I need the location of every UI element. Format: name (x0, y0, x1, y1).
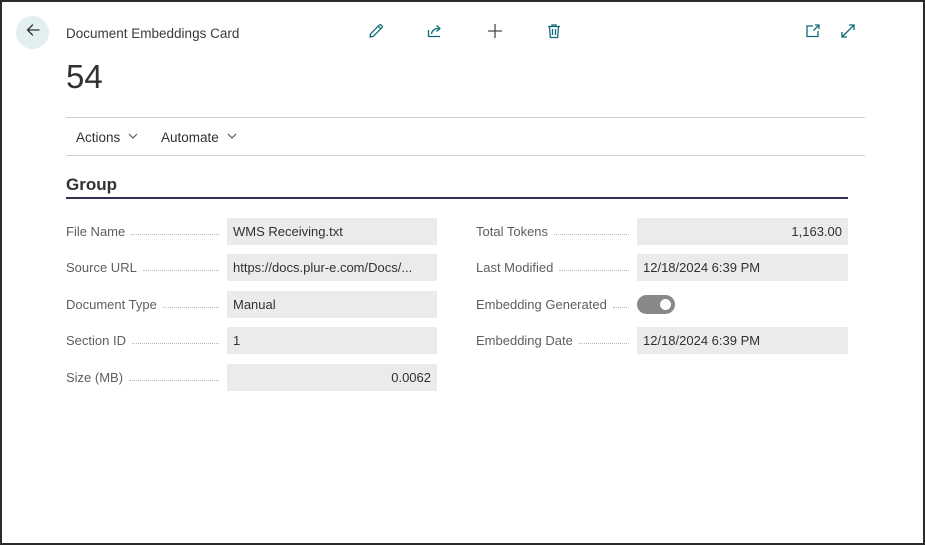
group-underline (66, 197, 848, 199)
field-label: Size (MB) (66, 370, 124, 385)
field-label: Embedding Date (476, 333, 573, 348)
dotted-leader (131, 234, 219, 235)
document-type-value[interactable]: Manual (227, 291, 437, 318)
field-label: Embedding Generated (476, 297, 607, 312)
field-file-name: File Name WMS Receiving.txt (66, 218, 437, 245)
actions-label: Actions (76, 130, 121, 145)
dotted-leader (554, 234, 629, 235)
dotted-leader (142, 270, 219, 271)
edit-button[interactable] (365, 22, 387, 44)
last-modified-value[interactable]: 12/18/2024 6:39 PM (637, 254, 848, 281)
add-icon (486, 22, 504, 45)
open-in-new-window-button[interactable] (802, 22, 824, 44)
dotted-leader (131, 343, 219, 344)
divider (66, 117, 865, 118)
embedding-generated-toggle[interactable] (637, 295, 675, 314)
embedding-date-value[interactable]: 12/18/2024 6:39 PM (637, 327, 848, 354)
expand-button[interactable] (837, 22, 859, 44)
size-mb-value[interactable]: 0.0062 (227, 364, 437, 391)
open-new-window-icon (804, 22, 822, 45)
toggle-knob (660, 299, 671, 310)
new-button[interactable] (484, 22, 506, 44)
share-icon (426, 22, 444, 45)
dotted-leader (612, 307, 629, 308)
source-url-value[interactable]: https://docs.plur-e.com/Docs/... (227, 254, 437, 281)
dotted-leader (162, 307, 219, 308)
field-label: File Name (66, 224, 126, 239)
automate-menu[interactable]: Automate (161, 130, 238, 145)
automate-label: Automate (161, 130, 219, 145)
field-embedding-generated: Embedding Generated (476, 291, 848, 318)
chevron-down-icon (127, 130, 139, 145)
file-name-value[interactable]: WMS Receiving.txt (227, 218, 437, 245)
record-title: 54 (66, 58, 103, 95)
section-id-value[interactable]: 1 (227, 327, 437, 354)
field-last-modified: Last Modified 12/18/2024 6:39 PM (476, 254, 848, 281)
field-total-tokens: Total Tokens 1,163.00 (476, 218, 848, 245)
back-button[interactable] (16, 16, 49, 49)
divider (66, 155, 865, 156)
field-label: Section ID (66, 333, 126, 348)
edit-icon (367, 22, 385, 45)
field-source-url: Source URL https://docs.plur-e.com/Docs/… (66, 254, 437, 281)
dotted-leader (578, 343, 629, 344)
field-embedding-date: Embedding Date 12/18/2024 6:39 PM (476, 327, 848, 354)
field-document-type: Document Type Manual (66, 291, 437, 318)
chevron-down-icon (226, 130, 238, 145)
dotted-leader (129, 380, 219, 381)
dotted-leader (559, 270, 629, 271)
field-label: Total Tokens (476, 224, 549, 239)
card-window: Document Embeddings Card 54 Actions Auto… (0, 0, 925, 545)
page-caption: Document Embeddings Card (66, 26, 240, 41)
field-label: Source URL (66, 260, 137, 275)
field-size-mb: Size (MB) 0.0062 (66, 364, 437, 391)
arrow-left-icon (24, 21, 42, 44)
field-label: Document Type (66, 297, 157, 312)
group-title[interactable]: Group (66, 175, 117, 195)
delete-button[interactable] (543, 22, 565, 44)
total-tokens-value[interactable]: 1,163.00 (637, 218, 848, 245)
delete-icon (545, 22, 563, 45)
field-label: Last Modified (476, 260, 554, 275)
expand-icon (839, 22, 857, 45)
field-section-id: Section ID 1 (66, 327, 437, 354)
actions-menu[interactable]: Actions (76, 130, 139, 145)
share-button[interactable] (424, 22, 446, 44)
